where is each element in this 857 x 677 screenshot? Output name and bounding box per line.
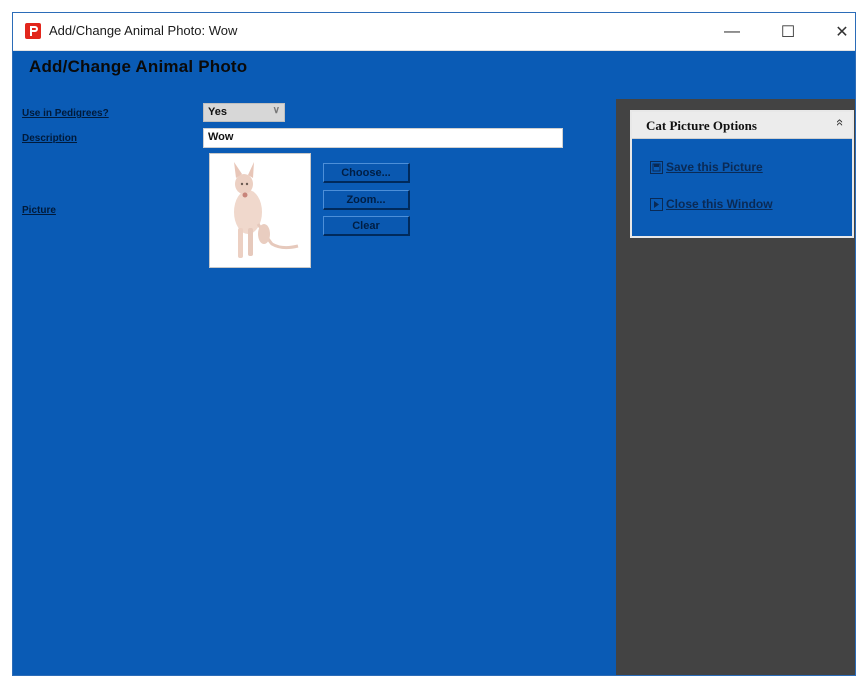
save-picture-label: Save this Picture [666,160,763,174]
minimize-button[interactable]: — [709,13,755,50]
chevron-down-icon: ∨ [272,105,280,116]
close-window-link[interactable]: Close this Window [650,197,773,211]
picture-label: Picture [22,205,56,216]
clear-button[interactable]: Clear [323,216,410,236]
close-icon: ✕ [835,23,849,41]
description-field[interactable]: Wow [203,128,563,148]
form-title: Add/Change Animal Photo [29,57,248,76]
zoom-button[interactable]: Zoom... [323,190,410,210]
animal-photo [209,153,311,268]
app-icon [25,23,41,39]
cat-picture-options-panel: Cat Picture Options « Save this Picture … [630,110,854,238]
app-window: Add/Change Animal Photo: Wow — ☐ ✕ Add/C… [12,12,856,676]
maximize-icon: ☐ [780,23,796,41]
choose-button[interactable]: Choose... [323,163,410,183]
close-window-label: Close this Window [666,197,773,211]
collapse-icon[interactable]: « [833,119,848,126]
close-window-icon [650,197,663,211]
use-in-pedigrees-value: Yes [208,106,227,118]
description-label: Description [22,133,78,144]
save-picture-link[interactable]: Save this Picture [650,160,763,174]
close-button[interactable]: ✕ [819,13,857,50]
use-in-pedigrees-select[interactable]: Yes ∨ [203,103,285,122]
window-title: Add/Change Animal Photo: Wow [49,23,238,38]
side-panel: Cat Picture Options « Save this Picture … [616,99,855,675]
options-panel-header[interactable]: Cat Picture Options « [632,112,852,139]
title-bar[interactable]: Add/Change Animal Photo: Wow — ☐ ✕ [13,13,855,51]
minimize-icon: — [724,22,740,40]
use-in-pedigrees-label: Use in Pedigrees? [22,108,109,119]
maximize-button[interactable]: ☐ [765,13,811,50]
cat-photo-image [234,162,299,258]
options-panel-title: Cat Picture Options [646,118,757,133]
save-icon [650,160,663,174]
